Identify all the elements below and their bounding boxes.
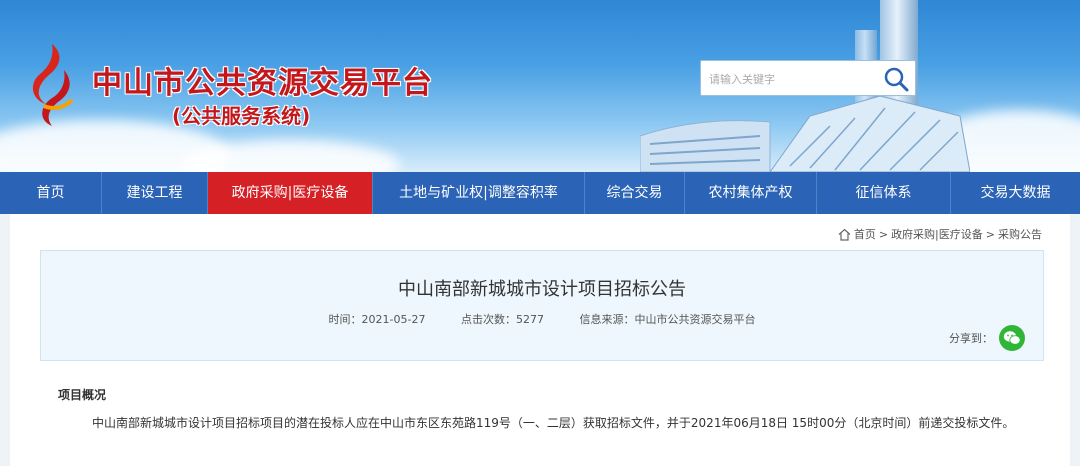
breadcrumb-separator: > (878, 227, 889, 241)
click-count: 点击次数：5277 (460, 313, 544, 326)
breadcrumb-separator: > (985, 227, 995, 241)
project-overview-paragraph: 中山南部新城城市设计项目招标项目的潜在投标人应在中山市东区东苑路119号（一、二… (92, 416, 1015, 430)
nav-item-government-procurement[interactable]: 政府采购|医疗设备 (208, 172, 373, 214)
nav-item-land-mining[interactable]: 土地与矿业权|调整容积率 (373, 172, 585, 214)
article-title: 中山南部新城城市设计项目招标公告 (398, 279, 686, 300)
search-icon[interactable] (883, 66, 909, 92)
nav-item-construction[interactable]: 建设工程 (102, 172, 208, 214)
main-content: 首页 > 政府采购|医疗设备 > 采购公告 中山南部新城城市设计项目招标公告 时… (10, 214, 1070, 466)
nav-item-rural-property[interactable]: 农村集体产权 (685, 172, 817, 214)
share-bar: 分享到： (949, 325, 1025, 351)
wechat-icon (1003, 331, 1021, 345)
breadcrumb-procurement[interactable]: 政府采购|医疗设备 (891, 226, 983, 242)
breadcrumb-home[interactable]: 首页 (854, 226, 876, 242)
article-info-box: 中山南部新城城市设计项目招标公告 时间：2021-05-27 点击次数：5277… (40, 250, 1044, 361)
main-nav: 首页 建设工程 政府采购|医疗设备 土地与矿业权|调整容积率 综合交易 农村集体… (0, 172, 1080, 214)
breadcrumb-announcement[interactable]: 采购公告 (998, 226, 1042, 242)
nav-item-credit-system[interactable]: 征信体系 (817, 172, 951, 214)
section-title: 项目概况 (58, 388, 107, 402)
breadcrumb: 首页 > 政府采购|医疗设备 > 采购公告 (838, 226, 1042, 242)
info-source: 信息来源：中山市公共资源交易平台 (579, 313, 756, 326)
nav-item-comprehensive-trade[interactable]: 综合交易 (585, 172, 685, 214)
article-meta: 时间：2021-05-27 点击次数：5277 信息来源：中山市公共资源交易平台 (41, 311, 1043, 327)
nav-item-home[interactable]: 首页 (0, 172, 102, 214)
search-input[interactable] (709, 68, 879, 90)
site-title: 中山市公共资源交易平台 (92, 66, 433, 101)
platform-logo (32, 44, 74, 126)
building-illustration (640, 96, 970, 172)
search-box (700, 60, 916, 96)
share-label: 分享到： (949, 332, 993, 345)
wechat-share-button[interactable] (999, 325, 1025, 351)
site-subtitle: (公共服务系统) (172, 104, 311, 128)
header-banner: 中山市公共资源交易平台 (公共服务系统) (0, 0, 1080, 172)
publish-time: 时间：2021-05-27 (328, 313, 426, 326)
nav-item-trade-big-data[interactable]: 交易大数据 (951, 172, 1080, 214)
home-icon (838, 228, 851, 241)
